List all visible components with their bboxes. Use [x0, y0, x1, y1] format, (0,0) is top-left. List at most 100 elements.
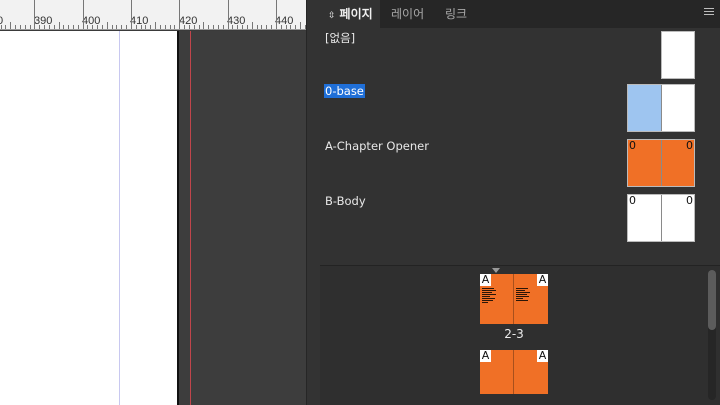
ruler-tick: [227, 0, 229, 29]
master-item-a-chapter-opener[interactable]: A-Chapter Opener 0 0: [320, 139, 720, 189]
page-spread[interactable]: A A: [480, 350, 548, 394]
page-number-marker: 0: [686, 194, 693, 207]
ruler-tick: [5, 25, 7, 29]
ruler-tick: [68, 25, 70, 29]
ruler-tick: [48, 25, 50, 29]
pages-scrollbar[interactable]: [708, 270, 716, 400]
page-spread[interactable]: A A: [480, 274, 548, 324]
ruler-tick: [203, 22, 205, 29]
ruler-tick: [174, 25, 176, 29]
ruler-tick: [111, 25, 113, 29]
ruler-tick: [155, 22, 157, 29]
ruler-tick: [271, 25, 272, 29]
master-letter: A: [480, 349, 491, 362]
ruler-tick: [106, 22, 108, 29]
page-number-marker: 0: [629, 194, 636, 207]
ruler-tick: [217, 25, 219, 29]
ruler-tick: [222, 25, 224, 29]
ruler-tick: [266, 25, 268, 29]
master-letter: A: [480, 273, 491, 286]
ruler-tick: [77, 25, 79, 29]
ruler-tick: [121, 25, 123, 29]
ruler-tick: [29, 25, 31, 29]
hamburger-menu-icon[interactable]: [704, 8, 714, 18]
ruler-tick: [53, 25, 55, 29]
ruler-tick: [159, 25, 161, 29]
ruler-tick: [87, 25, 89, 29]
ruler-tick: [140, 25, 142, 29]
ruler-tick: [251, 22, 253, 29]
ruler-tick: [10, 22, 12, 29]
ruler-tick: [290, 25, 292, 29]
ruler-tick: [150, 25, 152, 29]
ruler-tick: [184, 25, 185, 29]
ruler-tick: [126, 25, 128, 29]
page-number-marker: 0: [629, 139, 636, 152]
ruler-tick: [24, 25, 26, 29]
ruler-tick: [256, 25, 258, 29]
ruler-tick: [280, 25, 282, 29]
master-thumbnail: [661, 31, 695, 79]
bleed-guide: [190, 31, 191, 405]
tab-layers[interactable]: 레이어: [391, 0, 424, 28]
ruler-tick: [82, 0, 84, 29]
page-canvas[interactable]: [0, 31, 178, 405]
spread-fold: [513, 274, 514, 324]
ruler-tick: [116, 25, 118, 29]
collapse-arrows-icon: ⇳: [328, 11, 336, 21]
ruler-tick: [275, 0, 277, 29]
scrollbar-thumb[interactable]: [708, 270, 716, 330]
tab-links[interactable]: 링크: [445, 0, 467, 28]
ruler-tick: [58, 22, 60, 29]
ruler-tick: [285, 25, 287, 29]
pasteboard[interactable]: [179, 31, 306, 405]
ruler-tick: [97, 25, 99, 29]
ruler-tick: [179, 0, 181, 29]
tab-links-label: 링크: [445, 7, 468, 21]
ruler-tick: [299, 22, 301, 29]
ruler-tick: [72, 25, 74, 29]
master-item-0-base[interactable]: 0-base: [320, 84, 720, 134]
page-content-preview: [516, 288, 530, 302]
ruler-tick: [213, 25, 214, 29]
ruler-tick: [188, 25, 190, 29]
tab-pages-label: 페이지: [339, 7, 373, 21]
ruler-tick: [145, 25, 147, 29]
ruler-tick: [232, 25, 234, 29]
ruler-tick: [15, 25, 16, 29]
master-thumbnail: 0 0: [627, 139, 695, 187]
ruler-tick: [198, 25, 200, 29]
ruler-tick: [164, 25, 166, 29]
page-number-marker: 0: [686, 139, 693, 152]
master-thumbnail: 0 0: [627, 194, 695, 242]
tab-pages[interactable]: ⇳ 페이지: [320, 0, 380, 28]
ruler-tick: [242, 25, 243, 29]
ruler-tick: [237, 25, 239, 29]
master-item-b-body[interactable]: B-Body 0 0: [320, 194, 720, 244]
ruler-tick: [193, 25, 195, 29]
ruler-tick: [135, 25, 137, 29]
horizontal-ruler[interactable]: 0 390 400 410 420 430 440: [0, 0, 306, 30]
ruler-tick: [208, 25, 210, 29]
ruler-tick: [295, 25, 297, 29]
master-item-none[interactable]: [없음]: [320, 31, 720, 81]
master-label: [없음]: [325, 31, 356, 45]
ruler-tick: [63, 25, 65, 29]
master-label: 0-base: [324, 84, 365, 98]
panel-tab-bar: ⇳ 페이지 레이어 링크: [320, 0, 720, 28]
spread-fold: [513, 350, 514, 394]
document-area[interactable]: 0 390 400 410 420 430 440: [0, 0, 306, 405]
panel-gutter: [306, 0, 320, 405]
ruler-tick: [169, 25, 171, 29]
ruler-tick: [19, 25, 21, 29]
page-content-preview: [482, 288, 496, 304]
master-letter: A: [537, 273, 548, 286]
ruler-tick: [261, 25, 263, 29]
ruler-tick: [101, 25, 103, 29]
current-page-arrow-icon: [492, 268, 500, 273]
ruler-tick: [92, 25, 94, 29]
pages-section: A A 2-3 A A: [320, 266, 720, 405]
master-label: A-Chapter Opener: [325, 139, 429, 153]
ruler-tick: [130, 0, 132, 29]
margin-guide: [119, 31, 120, 405]
